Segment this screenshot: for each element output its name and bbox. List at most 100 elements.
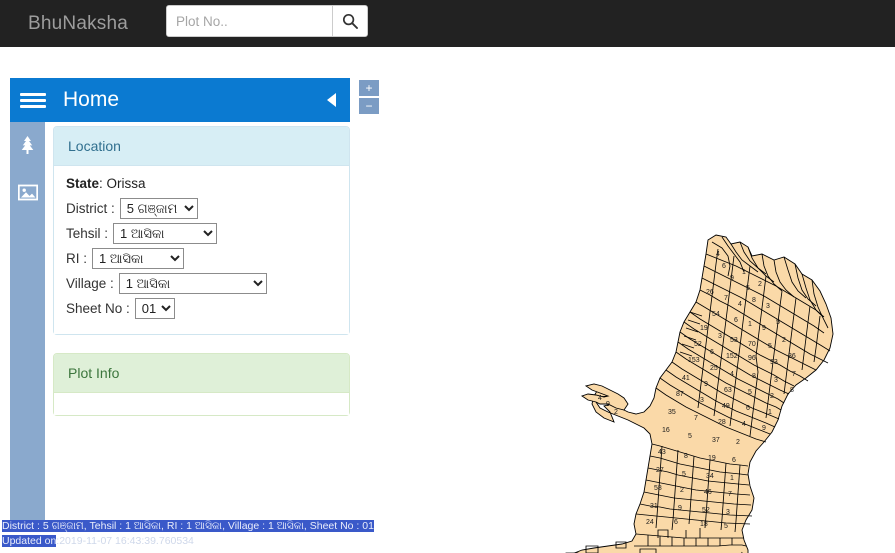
svg-text:4: 4 bbox=[730, 371, 734, 378]
svg-text:6: 6 bbox=[732, 457, 736, 464]
svg-text:28: 28 bbox=[718, 419, 726, 426]
panel-cards: Location State: Orissa District : 5 ଗଞ୍ଜ… bbox=[10, 122, 350, 416]
footer-location-line: District : 5 ଗଞ୍ଜାମ, Tehsil : 1 ଆସିକା, R… bbox=[2, 519, 374, 534]
svg-text:19: 19 bbox=[700, 325, 708, 332]
svg-text:2: 2 bbox=[614, 409, 618, 416]
svg-text:87: 87 bbox=[676, 391, 684, 398]
svg-text:153: 153 bbox=[688, 357, 700, 364]
search-button[interactable] bbox=[332, 6, 367, 36]
ri-select[interactable]: 1 ଆସିକା bbox=[92, 248, 185, 269]
svg-text:43: 43 bbox=[658, 449, 666, 456]
svg-text:19: 19 bbox=[708, 455, 716, 462]
svg-text:9: 9 bbox=[730, 275, 734, 282]
svg-text:70: 70 bbox=[748, 341, 756, 348]
status-footer: District : 5 ଗଞ୍ଜାମ, Tehsil : 1 ଆସିକା, R… bbox=[2, 519, 374, 549]
svg-text:9: 9 bbox=[678, 505, 682, 512]
svg-text:16: 16 bbox=[662, 427, 670, 434]
svg-text:58: 58 bbox=[654, 485, 662, 492]
zoom-out-button[interactable]: − bbox=[359, 98, 379, 114]
svg-text:8: 8 bbox=[684, 453, 688, 460]
svg-text:8: 8 bbox=[752, 373, 756, 380]
district-label: District : bbox=[66, 201, 115, 216]
svg-text:4: 4 bbox=[738, 301, 742, 308]
svg-text:24: 24 bbox=[646, 519, 654, 526]
svg-text:3: 3 bbox=[774, 377, 778, 384]
bhunaksha-app: 46 91 52 26 7 48 3 54 61 95 19 3 53 70 52 52… bbox=[0, 0, 895, 553]
footer-updated-line: Updated on:2019-11-07 16:43:39.760534 bbox=[2, 534, 374, 549]
location-card: Location State: Orissa District : 5 ଗଞ୍ଜ… bbox=[53, 126, 350, 335]
svg-text:6: 6 bbox=[734, 317, 738, 324]
svg-text:31: 31 bbox=[650, 503, 658, 510]
svg-text:4: 4 bbox=[742, 421, 746, 428]
search-icon bbox=[342, 13, 358, 29]
footer-updated-label: Updated on bbox=[2, 535, 57, 547]
hamburger-icon[interactable] bbox=[20, 92, 46, 108]
svg-text:6: 6 bbox=[674, 519, 678, 526]
svg-text:3: 3 bbox=[700, 397, 704, 404]
svg-text:52: 52 bbox=[694, 341, 702, 348]
svg-text:7: 7 bbox=[728, 491, 732, 498]
svg-text:3: 3 bbox=[718, 333, 722, 340]
svg-text:41: 41 bbox=[682, 375, 690, 382]
state-colon: : bbox=[99, 176, 107, 191]
plot-info-card-body bbox=[54, 393, 349, 415]
svg-text:37: 37 bbox=[712, 437, 720, 444]
district-select[interactable]: 5 ଗଞ୍ଜାମ bbox=[119, 198, 198, 219]
svg-text:7: 7 bbox=[792, 371, 796, 378]
village-row: Village : 1 ଆସିକା bbox=[66, 273, 337, 294]
svg-text:4: 4 bbox=[598, 395, 602, 402]
tehsil-row: Tehsil : 1 ଆସିକା bbox=[66, 223, 337, 244]
svg-text:2: 2 bbox=[770, 393, 774, 400]
zoom-in-button[interactable]: + bbox=[359, 80, 379, 96]
svg-text:54: 54 bbox=[712, 311, 720, 318]
svg-text:8: 8 bbox=[790, 387, 794, 394]
svg-text:3: 3 bbox=[726, 509, 730, 516]
svg-text:1: 1 bbox=[768, 409, 772, 416]
location-card-body: State: Orissa District : 5 ଗଞ୍ଜାମ Tehsil… bbox=[54, 166, 349, 334]
village-select[interactable]: 1 ଆସିକା bbox=[118, 273, 267, 294]
tehsil-select[interactable]: 1 ଆସିକା bbox=[113, 223, 218, 244]
home-panel-header: Home bbox=[10, 78, 350, 122]
state-value: Orissa bbox=[106, 176, 146, 191]
svg-text:152: 152 bbox=[726, 353, 738, 360]
svg-text:5: 5 bbox=[768, 343, 772, 350]
svg-text:18: 18 bbox=[700, 521, 708, 528]
svg-text:53: 53 bbox=[730, 337, 738, 344]
svg-text:5: 5 bbox=[682, 471, 686, 478]
svg-text:35: 35 bbox=[668, 409, 676, 416]
collapse-left-icon[interactable] bbox=[327, 93, 336, 107]
svg-text:7: 7 bbox=[694, 415, 698, 422]
svg-text:6: 6 bbox=[746, 405, 750, 412]
svg-text:27: 27 bbox=[656, 467, 664, 474]
svg-text:3: 3 bbox=[766, 303, 770, 310]
svg-text:96: 96 bbox=[748, 355, 756, 362]
svg-text:25: 25 bbox=[710, 365, 718, 372]
ri-label: RI : bbox=[66, 251, 88, 266]
svg-text:9: 9 bbox=[606, 401, 610, 408]
svg-text:1: 1 bbox=[742, 269, 746, 276]
village-label: Village : bbox=[66, 276, 114, 291]
svg-text:8: 8 bbox=[752, 297, 756, 304]
svg-text:46: 46 bbox=[704, 489, 712, 496]
svg-text:63: 63 bbox=[724, 387, 732, 394]
plot-info-card-header: Plot Info bbox=[54, 354, 349, 393]
svg-text:2: 2 bbox=[782, 337, 786, 344]
zoom-controls: + − bbox=[359, 80, 379, 114]
sheet-no-select[interactable]: 01 bbox=[134, 298, 175, 319]
home-panel: Home Location State: Orissa District : 5… bbox=[10, 78, 350, 434]
svg-text:2: 2 bbox=[680, 487, 684, 494]
map-parcels[interactable]: 46 91 52 267 48 354 61 95 193 5370 52 52… bbox=[544, 234, 834, 553]
ri-row: RI : 1 ଆସିକା bbox=[66, 248, 337, 269]
search-input[interactable] bbox=[167, 6, 332, 36]
svg-text:5: 5 bbox=[724, 523, 728, 530]
state-row: State: Orissa bbox=[66, 176, 337, 191]
svg-text:49: 49 bbox=[722, 403, 730, 410]
app-brand[interactable]: BhuNaksha bbox=[28, 13, 128, 35]
svg-text:6: 6 bbox=[722, 263, 726, 270]
location-card-header: Location bbox=[54, 127, 349, 166]
svg-text:2: 2 bbox=[736, 439, 740, 446]
svg-text:5: 5 bbox=[776, 319, 780, 326]
sheet-no-label: Sheet No : bbox=[66, 301, 130, 316]
svg-text:34: 34 bbox=[706, 473, 714, 480]
svg-text:9: 9 bbox=[704, 381, 708, 388]
